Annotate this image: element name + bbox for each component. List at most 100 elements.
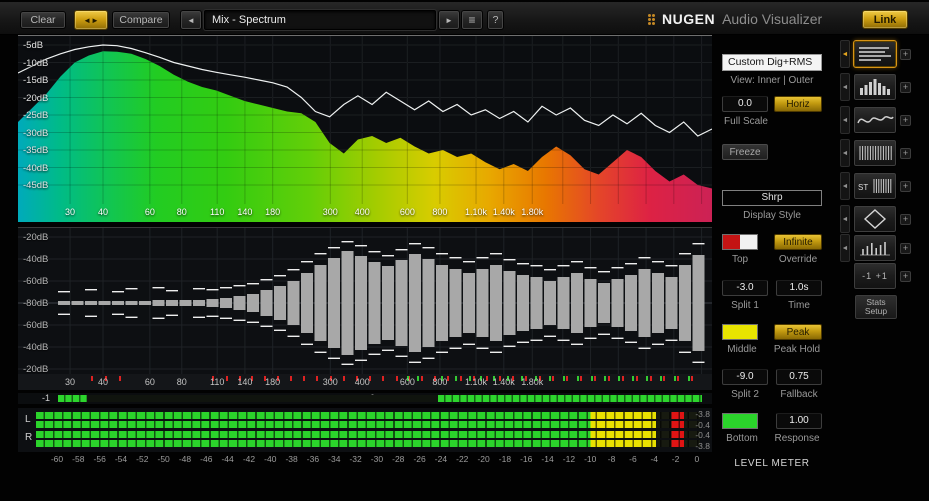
- scale-label: -20: [477, 454, 490, 464]
- scale-label: -22: [456, 454, 469, 464]
- freq-label: 60: [144, 207, 155, 217]
- brand-logo: NUGEN Audio Visualizer: [648, 9, 822, 29]
- db-label: -20dB: [23, 92, 49, 104]
- clip-tick: [594, 376, 597, 381]
- module-collapse-arrow[interactable]: ◄: [840, 139, 850, 167]
- module-add-button[interactable]: +: [900, 114, 911, 126]
- response-field[interactable]: 1.00: [776, 413, 822, 429]
- module-collapse-arrow[interactable]: ◄: [840, 234, 850, 262]
- clip-tick: [342, 376, 345, 381]
- level-lines-icon: [859, 47, 891, 61]
- correlation-meter: -1 0: [18, 393, 712, 404]
- level-tick: [562, 376, 565, 381]
- ab-compare-button[interactable]: ◄►: [74, 10, 108, 30]
- db-label: -25dB: [23, 110, 49, 121]
- module-collapse-arrow[interactable]: ◄: [840, 172, 850, 200]
- module-selector-column: Stats Setup ◄ + ◄ + ◄ + ◄ + ◄ ST + ◄ + ◄ + -1 +1 +: [840, 36, 926, 366]
- module-button-level-lines[interactable]: [853, 40, 897, 68]
- split2-field[interactable]: -9.0: [722, 369, 768, 385]
- module-button-vectorscope[interactable]: [853, 205, 897, 233]
- module-row-stereo-spectrogram: ◄ ST +: [840, 172, 911, 200]
- scale-label: -24: [434, 454, 448, 464]
- module-button-correlation[interactable]: -1 +1: [853, 262, 897, 290]
- prev-preset-button[interactable]: ◄: [180, 10, 202, 30]
- display-style-select[interactable]: Shrp: [722, 190, 822, 206]
- scale-label: -34: [328, 454, 341, 464]
- view-mode-label: View: Inner | Outer: [730, 75, 814, 86]
- scale-label: -50: [157, 454, 170, 464]
- play-button[interactable]: ►: [438, 10, 460, 30]
- db-label: -60dB: [23, 320, 49, 331]
- brand-suffix: Audio Visualizer: [722, 11, 823, 27]
- clip-tick: [607, 376, 610, 381]
- top-color-swatch[interactable]: [722, 234, 758, 250]
- module-collapse-arrow[interactable]: ◄: [840, 40, 850, 68]
- corr-green-segment: [58, 395, 87, 402]
- module-add-button[interactable]: +: [900, 180, 911, 192]
- db-label: -10dB: [23, 57, 49, 69]
- stats-setup-button[interactable]: Stats Setup: [854, 294, 898, 320]
- module-add-button[interactable]: +: [900, 213, 911, 225]
- freq-label: 80: [176, 207, 187, 217]
- brand-name: NUGEN: [662, 11, 716, 27]
- scale-label: -40: [264, 454, 277, 464]
- level-meter-panel: L R -3.8 -0.4 -0.4 -3.8: [18, 408, 712, 452]
- preset-display[interactable]: Mix - Spectrum: [204, 10, 436, 30]
- bottom-color-swatch[interactable]: [722, 413, 758, 429]
- module-collapse-arrow[interactable]: ◄: [840, 205, 850, 233]
- horiz-button[interactable]: Horiz: [774, 96, 822, 112]
- module-add-button[interactable]: +: [900, 147, 911, 159]
- module-collapse-arrow[interactable]: ◄: [840, 73, 850, 101]
- module-button-stereo-spectrogram[interactable]: ST: [853, 172, 897, 200]
- meter-stripe: [36, 431, 700, 438]
- module-add-button[interactable]: +: [900, 242, 911, 254]
- module-add-button[interactable]: +: [900, 81, 911, 93]
- spectrum-plot: [18, 36, 712, 204]
- scale-label: -4: [650, 454, 659, 464]
- peak-hold-button[interactable]: Peak: [774, 324, 822, 340]
- clip-tick: [677, 376, 680, 381]
- freeze-button[interactable]: Freeze: [722, 144, 768, 160]
- scale-label: -18: [498, 454, 512, 464]
- middle-color-swatch[interactable]: [722, 324, 758, 340]
- corr-min-label: -1: [42, 393, 51, 403]
- analysis-mode-select[interactable]: Custom Dig+RMS: [722, 54, 822, 71]
- module-button-spectrogram[interactable]: [853, 139, 897, 167]
- time-field[interactable]: 1.0s: [776, 280, 822, 296]
- split1-field[interactable]: -3.0: [722, 280, 768, 296]
- module-add-button[interactable]: +: [900, 48, 911, 60]
- full-scale-field[interactable]: 0.0: [722, 96, 768, 112]
- bargraph-frequency-scale: 30 40 60 80 110 140 180 300 400 600 800 1.10k 1.40k 1…: [18, 374, 712, 390]
- compare-button[interactable]: Compare: [112, 11, 170, 29]
- db-label: -60dB: [23, 276, 49, 287]
- clear-button[interactable]: Clear: [20, 11, 66, 29]
- module-collapse-arrow[interactable]: ◄: [840, 106, 850, 134]
- scale-label: -16: [520, 454, 533, 464]
- link-button[interactable]: Link: [862, 10, 908, 29]
- module-row-spectrogram: ◄ +: [840, 139, 911, 167]
- freq-label: 180: [265, 377, 281, 387]
- module-button-spectrum-curve[interactable]: [853, 106, 897, 134]
- help-button[interactable]: ?: [487, 10, 504, 30]
- preset-list-button[interactable]: ≡: [461, 10, 483, 30]
- clip-tick: [382, 376, 385, 381]
- db-label: -45dB: [23, 180, 49, 191]
- freq-label: 80: [176, 377, 187, 387]
- freq-label: 1.10k: [465, 377, 488, 387]
- fallback-field[interactable]: 0.75: [776, 369, 822, 385]
- db-label: -40dB: [23, 162, 49, 174]
- meter-bar-right: [36, 431, 700, 447]
- level-tick: [455, 376, 458, 381]
- infinite-button[interactable]: Infinite: [774, 234, 822, 250]
- scale-label: -2: [671, 454, 680, 464]
- db-label: -80dB: [23, 298, 49, 309]
- module-add-button[interactable]: +: [900, 270, 911, 282]
- level-tick: [659, 376, 662, 381]
- freq-label: 600: [399, 377, 415, 387]
- freq-label: 1.40k: [492, 377, 515, 387]
- module-button-bargraph[interactable]: [853, 73, 897, 101]
- clip-tick: [649, 376, 652, 381]
- module-button-meter-history[interactable]: [853, 234, 897, 262]
- scale-label: -12: [562, 454, 576, 464]
- response-label: Response: [774, 433, 820, 444]
